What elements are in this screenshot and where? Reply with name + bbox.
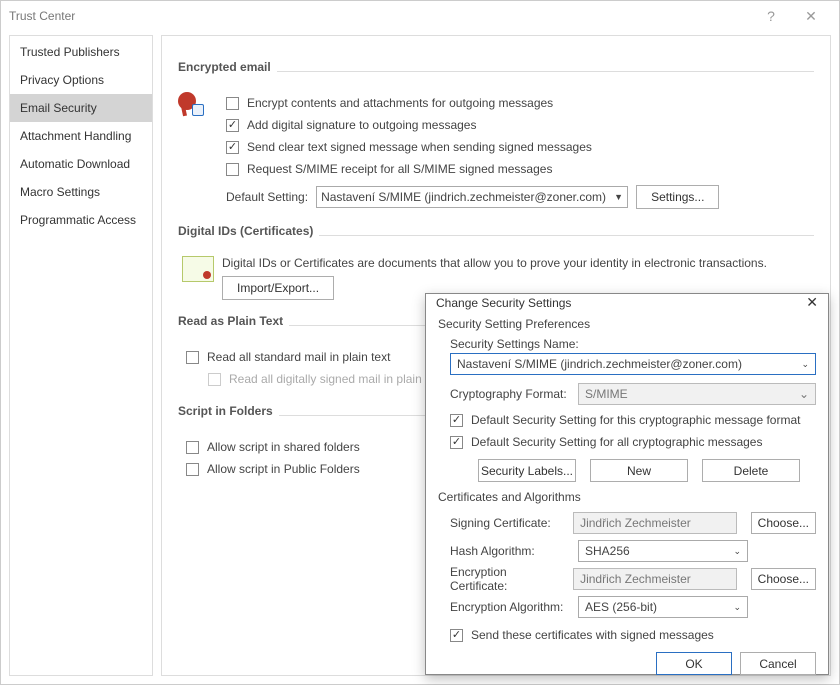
nav-item-programmatic-access[interactable]: Programmatic Access: [10, 206, 152, 234]
dialog-close-icon[interactable]: ✕: [806, 294, 818, 311]
crypto-format-combo[interactable]: S/MIME⌄: [578, 383, 816, 405]
checkbox[interactable]: [226, 119, 239, 132]
certificate-icon: [182, 256, 214, 282]
cancel-button[interactable]: Cancel: [740, 652, 816, 675]
settings-name-combo[interactable]: Nastavení S/MIME (jindrich.zechmeister@z…: [450, 353, 816, 375]
crypto-format-value: S/MIME: [585, 387, 628, 401]
choose-button[interactable]: Choose...: [751, 512, 816, 534]
checkbox[interactable]: [226, 163, 239, 176]
nav-item-automatic-download[interactable]: Automatic Download: [10, 150, 152, 178]
field-label: Encryption Certificate:: [450, 565, 565, 593]
default-setting-label: Default Setting:: [226, 190, 308, 204]
nav-item-macro-settings[interactable]: Macro Settings: [10, 178, 152, 206]
change-security-settings-dialog: Change Security Settings ✕ Security Sett…: [425, 293, 829, 675]
readonly-field: Jindřich Zechmeister: [573, 568, 737, 590]
field-label: Hash Algorithm:: [450, 544, 570, 558]
certs-algorithms-label: Certificates and Algorithms: [438, 490, 816, 504]
shield-lock-icon: [178, 92, 214, 124]
window-title: Trust Center: [9, 9, 751, 23]
section-script-folders: Script in Folders: [178, 404, 273, 418]
nav-item-email-security[interactable]: Email Security: [10, 94, 152, 122]
help-button[interactable]: ?: [751, 8, 791, 24]
security-preferences-label: Security Setting Preferences: [438, 317, 816, 331]
checkbox-label: Read all digitally signed mail in plain …: [229, 372, 444, 386]
import-export-button[interactable]: Import/Export...: [222, 276, 334, 300]
ok-button[interactable]: OK: [656, 652, 732, 675]
section-plain-text: Read as Plain Text: [178, 314, 283, 328]
checkbox[interactable]: [226, 141, 239, 154]
default-format-checkbox[interactable]: [450, 414, 463, 427]
checkbox[interactable]: [186, 441, 199, 454]
nav-item-privacy-options[interactable]: Privacy Options: [10, 66, 152, 94]
default-all-label: Default Security Setting for all cryptog…: [471, 435, 762, 449]
algorithm-combo[interactable]: SHA256⌄: [578, 540, 748, 562]
send-certs-checkbox[interactable]: [450, 629, 463, 642]
default-setting-combo[interactable]: Nastavení S/MIME (jindrich.zechmeister@z…: [316, 186, 628, 208]
settings-name-value: Nastavení S/MIME (jindrich.zechmeister@z…: [457, 357, 742, 371]
field-label: Signing Certificate:: [450, 516, 565, 530]
checkbox[interactable]: [186, 351, 199, 364]
titlebar: Trust Center ? ✕: [1, 1, 839, 31]
algorithm-combo[interactable]: AES (256-bit)⌄: [578, 596, 748, 618]
send-certs-label: Send these certificates with signed mess…: [471, 628, 714, 642]
nav-item-trusted-publishers[interactable]: Trusted Publishers: [10, 38, 152, 66]
settings-button[interactable]: Settings...: [636, 185, 719, 209]
checkbox[interactable]: [226, 97, 239, 110]
readonly-field: Jindřich Zechmeister: [573, 512, 737, 534]
checkbox-label: Allow script in Public Folders: [207, 462, 360, 476]
section-encrypted-email: Encrypted email: [178, 60, 271, 74]
checkbox: [208, 373, 221, 386]
checkbox-label: Allow script in shared folders: [207, 440, 360, 454]
section-digital-ids: Digital IDs (Certificates): [178, 224, 313, 238]
close-icon[interactable]: ✕: [791, 8, 831, 25]
digital-ids-desc: Digital IDs or Certificates are document…: [222, 256, 814, 270]
checkbox-label: Read all standard mail in plain text: [207, 350, 390, 364]
dialog-titlebar: Change Security Settings ✕: [426, 294, 828, 311]
field-label: Encryption Algorithm:: [450, 600, 570, 614]
security-labels-button[interactable]: Security Labels...: [478, 459, 576, 482]
default-all-checkbox[interactable]: [450, 436, 463, 449]
default-setting-value: Nastavení S/MIME (jindrich.zechmeister@z…: [321, 190, 606, 204]
checkbox-label: Encrypt contents and attachments for out…: [247, 96, 553, 110]
nav-sidebar: Trusted PublishersPrivacy OptionsEmail S…: [9, 35, 153, 676]
checkbox-label: Send clear text signed message when send…: [247, 140, 592, 154]
checkbox[interactable]: [186, 463, 199, 476]
crypto-format-label: Cryptography Format:: [450, 387, 570, 401]
nav-item-attachment-handling[interactable]: Attachment Handling: [10, 122, 152, 150]
default-format-label: Default Security Setting for this crypto…: [471, 413, 800, 427]
checkbox-label: Request S/MIME receipt for all S/MIME si…: [247, 162, 552, 176]
checkbox-label: Add digital signature to outgoing messag…: [247, 118, 476, 132]
deletebutton[interactable]: Delete: [702, 459, 800, 482]
settings-name-label: Security Settings Name:: [450, 337, 816, 351]
newbutton[interactable]: New: [590, 459, 688, 482]
choose-button[interactable]: Choose...: [751, 568, 816, 590]
dialog-title: Change Security Settings: [436, 296, 571, 310]
